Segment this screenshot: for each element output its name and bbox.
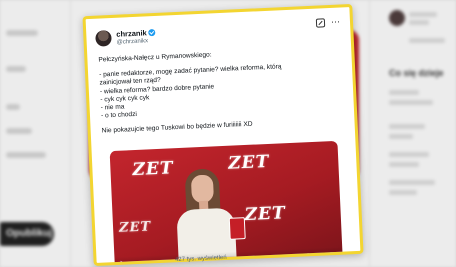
grok-icon[interactable]: [315, 18, 326, 28]
video-player[interactable]: ZET ZET ZET ZET 0:01 / 0:19: [109, 140, 343, 266]
nav-item[interactable]: [6, 30, 38, 36]
avatar[interactable]: [389, 10, 405, 26]
left-nav: Opublikuj: [0, 0, 70, 267]
more-options-icon[interactable]: ⋯: [331, 17, 340, 27]
author-avatar[interactable]: [95, 29, 112, 47]
nav-item[interactable]: [6, 66, 26, 72]
zet-logo-tile: ZET: [244, 203, 287, 226]
nav-item[interactable]: [6, 152, 46, 158]
trends-title: Co się dzieje: [389, 68, 444, 78]
tweet-actions: ⋯: [315, 17, 340, 28]
post-button[interactable]: Opublikuj: [0, 222, 54, 246]
nav-item[interactable]: [6, 128, 32, 134]
tweet-text: Pełczyńska-Nałęcz u Rymanowskiego: - pan…: [98, 46, 336, 136]
tweet-card[interactable]: chrzanik @chrzanikx ⋯ Pełczyńska-Nałęcz …: [82, 4, 364, 266]
verified-badge-icon: [148, 28, 156, 37]
tweet-header: chrzanik @chrzanikx: [95, 28, 156, 47]
nav-item[interactable]: [6, 104, 20, 110]
zet-logo-tile: ZET: [118, 219, 152, 236]
author-handle[interactable]: @chrzanikx: [117, 38, 157, 45]
right-sidebar: Co się dzieje: [375, 0, 456, 267]
microphone: [228, 217, 246, 240]
zet-logo-tile: ZET: [132, 158, 174, 181]
author-name[interactable]: chrzanik: [116, 28, 147, 38]
